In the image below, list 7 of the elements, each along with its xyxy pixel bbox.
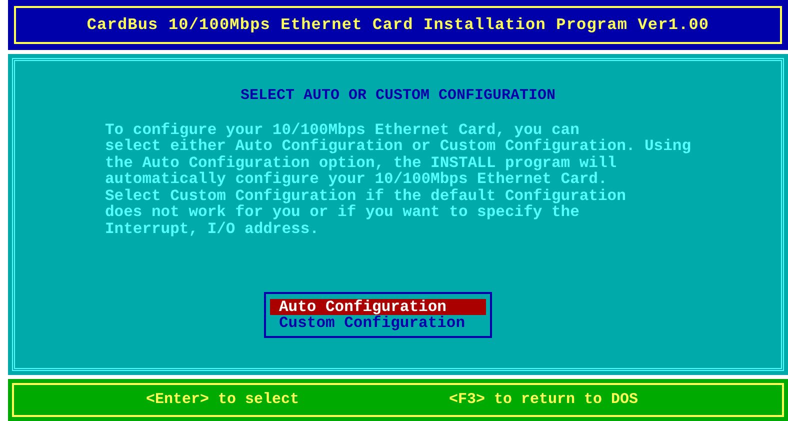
menu-item[interactable]: Custom Configuration <box>270 315 486 331</box>
panel-heading: SELECT AUTO OR CUSTOM CONFIGURATION <box>240 86 556 106</box>
description-text: To configure your 10/100Mbps Ethernet Card, you can select either Auto Configuration or Custom Configuration. Using the Auto Configuration option, the INSTALL program will automatically configure your 10/100Mbps Ethernet Card. Select Custom Configuration if the default Configuration does not work for you or if you want to specify the Interrupt, I/O address. <box>105 122 691 237</box>
key-hint: <F3> to return to DOS <box>449 390 638 410</box>
key-hint: <Enter> to select <box>146 390 300 410</box>
menu-item[interactable]: Auto Configuration <box>270 299 486 315</box>
window-title: CardBus 10/100Mbps Ethernet Card Installation Program Ver1.00 <box>86 15 710 36</box>
